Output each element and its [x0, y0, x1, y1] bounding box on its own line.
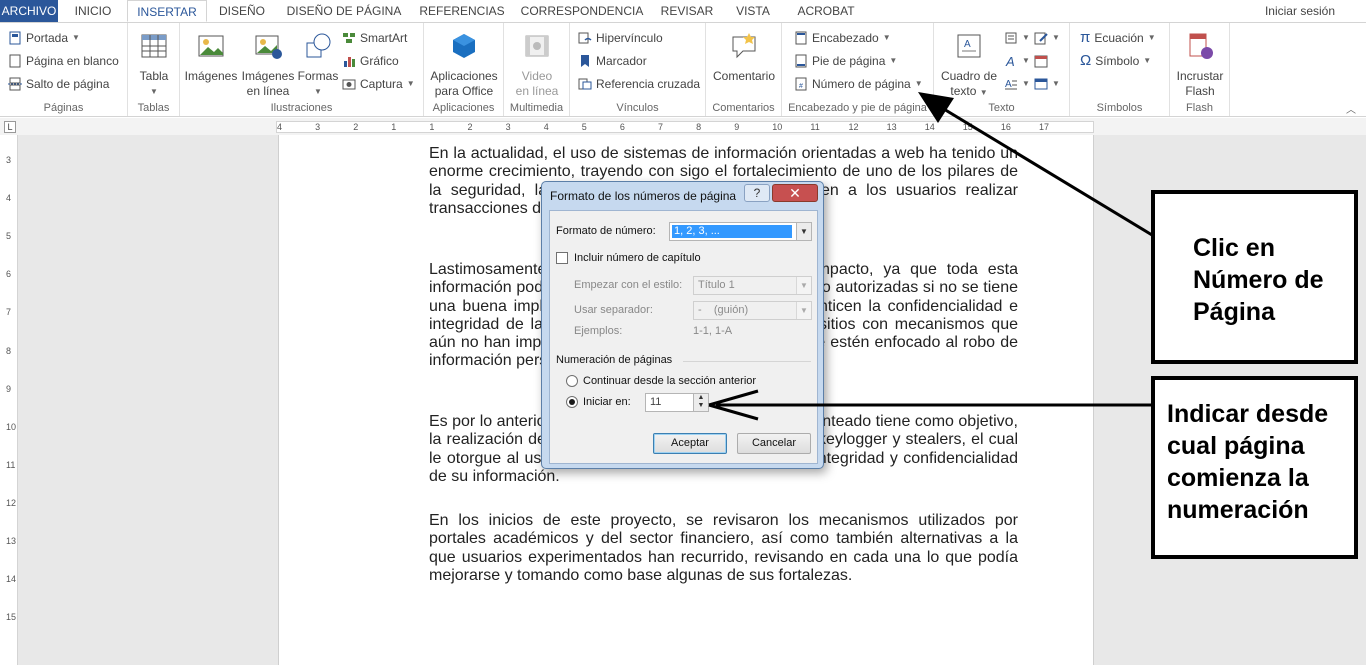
callout-page-number: Clic en Número de Página: [1151, 190, 1358, 364]
callout2-line1: Indicar desde: [1167, 400, 1329, 428]
callout1-line3: Página: [1193, 298, 1275, 326]
callout2-line2: cual página: [1167, 432, 1305, 460]
callout1-line2: Número de: [1193, 266, 1324, 294]
callout2-line4: numeración: [1167, 496, 1309, 524]
callout1-line1: Clic en: [1193, 234, 1275, 262]
callout2-line3: comienza la: [1167, 464, 1309, 492]
callout-start-numbering: Indicar desde cual página comienza la nu…: [1151, 376, 1358, 559]
arrow-to-page-number: [923, 95, 1153, 237]
arrow-head-1: [918, 92, 954, 123]
